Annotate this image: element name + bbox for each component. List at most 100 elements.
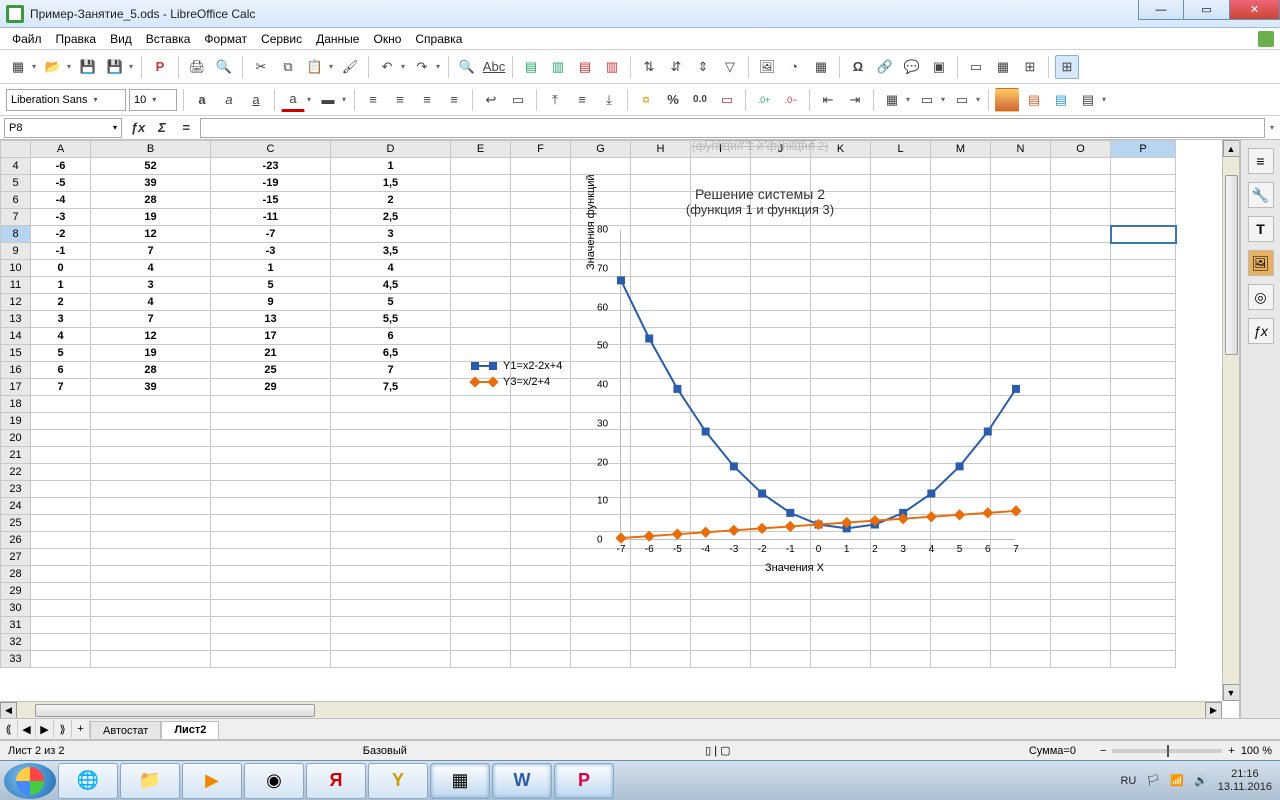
cell-C25[interactable]	[211, 515, 331, 532]
cell-L33[interactable]	[871, 651, 931, 668]
cell-D33[interactable]	[331, 651, 451, 668]
cell-O26[interactable]	[1051, 532, 1111, 549]
align-center-button[interactable]: ≡	[388, 88, 412, 112]
cell-K32[interactable]	[811, 634, 871, 651]
align-right-button[interactable]: ≡	[415, 88, 439, 112]
cell-B21[interactable]	[91, 447, 211, 464]
taskbar-powerpoint[interactable]: P	[554, 763, 614, 799]
cell-A21[interactable]	[31, 447, 91, 464]
cell-A6[interactable]: -4	[31, 192, 91, 209]
cell-D22[interactable]	[331, 464, 451, 481]
cell-P23[interactable]	[1111, 481, 1176, 498]
taskbar-media[interactable]: ▶	[182, 763, 242, 799]
row-header-15[interactable]: 15	[1, 345, 31, 362]
split-button[interactable]: ⊞	[1018, 55, 1042, 79]
cell-P6[interactable]	[1111, 192, 1176, 209]
redo-dropdown[interactable]: ▾	[434, 62, 442, 71]
chart-object[interactable]: Решение системы 1 (функция 1 и функция 2…	[465, 140, 1055, 630]
print-preview-button[interactable]: 🔍	[212, 55, 236, 79]
formula-input[interactable]	[200, 118, 1265, 138]
cell-A18[interactable]	[31, 396, 91, 413]
define-range-button[interactable]: ▭	[964, 55, 988, 79]
cell-O11[interactable]	[1051, 277, 1111, 294]
status-sum[interactable]: Сумма=0	[1029, 745, 1076, 757]
cell-D20[interactable]	[331, 430, 451, 447]
indent-inc-button[interactable]: ⇥	[843, 88, 867, 112]
col-header-B[interactable]: B	[91, 141, 211, 158]
save-button[interactable]: 💾	[76, 55, 100, 79]
cell-B31[interactable]	[91, 617, 211, 634]
format-paint-button[interactable]: 🖌	[338, 55, 362, 79]
wrap-button[interactable]: ↩	[479, 88, 503, 112]
row-header-11[interactable]: 11	[1, 277, 31, 294]
minimize-button[interactable]: —	[1138, 0, 1184, 20]
row-header-17[interactable]: 17	[1, 379, 31, 396]
sheet-tab-list2[interactable]: Лист2	[161, 721, 219, 739]
row-header-14[interactable]: 14	[1, 328, 31, 345]
menu-help[interactable]: Справка	[409, 30, 468, 48]
cell-O18[interactable]	[1051, 396, 1111, 413]
border-style-dropdown[interactable]: ▾	[939, 95, 947, 104]
cell-D12[interactable]: 5	[331, 294, 451, 311]
cell-reference-box[interactable]: P8 ▾	[4, 118, 122, 138]
cell-O13[interactable]	[1051, 311, 1111, 328]
row-header-30[interactable]: 30	[1, 600, 31, 617]
cond-fmt4-dropdown[interactable]: ▾	[1100, 95, 1108, 104]
tab-next-button[interactable]: ▶	[36, 720, 54, 738]
cell-C22[interactable]	[211, 464, 331, 481]
cell-B4[interactable]: 52	[91, 158, 211, 175]
cell-A32[interactable]	[31, 634, 91, 651]
valign-mid-button[interactable]: ≡	[570, 88, 594, 112]
cell-O32[interactable]	[1051, 634, 1111, 651]
cell-A28[interactable]	[31, 566, 91, 583]
cell-G32[interactable]	[571, 634, 631, 651]
cell-O31[interactable]	[1051, 617, 1111, 634]
cell-B13[interactable]: 7	[91, 311, 211, 328]
row-header-16[interactable]: 16	[1, 362, 31, 379]
tab-prev-button[interactable]: ◀	[18, 720, 36, 738]
cell-P32[interactable]	[1111, 634, 1176, 651]
row-header-20[interactable]: 20	[1, 430, 31, 447]
cell-D18[interactable]	[331, 396, 451, 413]
row-header-5[interactable]: 5	[1, 175, 31, 192]
col-button[interactable]: ▥	[546, 55, 570, 79]
row-header-27[interactable]: 27	[1, 549, 31, 566]
borders-button[interactable]: ▦	[880, 88, 904, 112]
cell-A27[interactable]	[31, 549, 91, 566]
tab-first-button[interactable]: ⟪	[0, 720, 18, 738]
cell-M33[interactable]	[931, 651, 991, 668]
freeze-button[interactable]: ▦	[991, 55, 1015, 79]
cell-D16[interactable]: 7	[331, 362, 451, 379]
cell-P11[interactable]	[1111, 277, 1176, 294]
cell-P13[interactable]	[1111, 311, 1176, 328]
show-grid-button[interactable]: ⊞	[1055, 55, 1079, 79]
cell-C16[interactable]: 25	[211, 362, 331, 379]
scroll-right-button[interactable]: ▶	[1205, 702, 1222, 719]
tray-lang[interactable]: RU	[1120, 775, 1136, 787]
cell-P20[interactable]	[1111, 430, 1176, 447]
header-footer-button[interactable]: ▣	[927, 55, 951, 79]
sort-desc-button[interactable]: ⇵	[664, 55, 688, 79]
export-pdf-button[interactable]: P	[148, 55, 172, 79]
cell-P8[interactable]	[1111, 226, 1176, 243]
spellcheck-button[interactable]: Abc	[482, 55, 506, 79]
taskbar-explorer[interactable]: 📁	[120, 763, 180, 799]
cell-P18[interactable]	[1111, 396, 1176, 413]
cell-A9[interactable]: -1	[31, 243, 91, 260]
cell-C12[interactable]: 9	[211, 294, 331, 311]
taskbar-calc[interactable]: ▦	[430, 763, 490, 799]
row-header-4[interactable]: 4	[1, 158, 31, 175]
row-header-28[interactable]: 28	[1, 566, 31, 583]
menu-file[interactable]: Файл	[6, 30, 48, 48]
paste-button[interactable]: 📋	[303, 55, 327, 79]
saveas-button[interactable]: 💾	[103, 55, 127, 79]
cell-K33[interactable]	[811, 651, 871, 668]
cell-B9[interactable]: 7	[91, 243, 211, 260]
cell-D28[interactable]	[331, 566, 451, 583]
start-button[interactable]	[4, 763, 56, 799]
menu-window[interactable]: Окно	[367, 30, 407, 48]
close-button[interactable]: ✕	[1230, 0, 1280, 20]
merge-button[interactable]: ▭	[506, 88, 530, 112]
cell-C33[interactable]	[211, 651, 331, 668]
horizontal-scrollbar[interactable]: ◀ ▶	[0, 701, 1222, 718]
